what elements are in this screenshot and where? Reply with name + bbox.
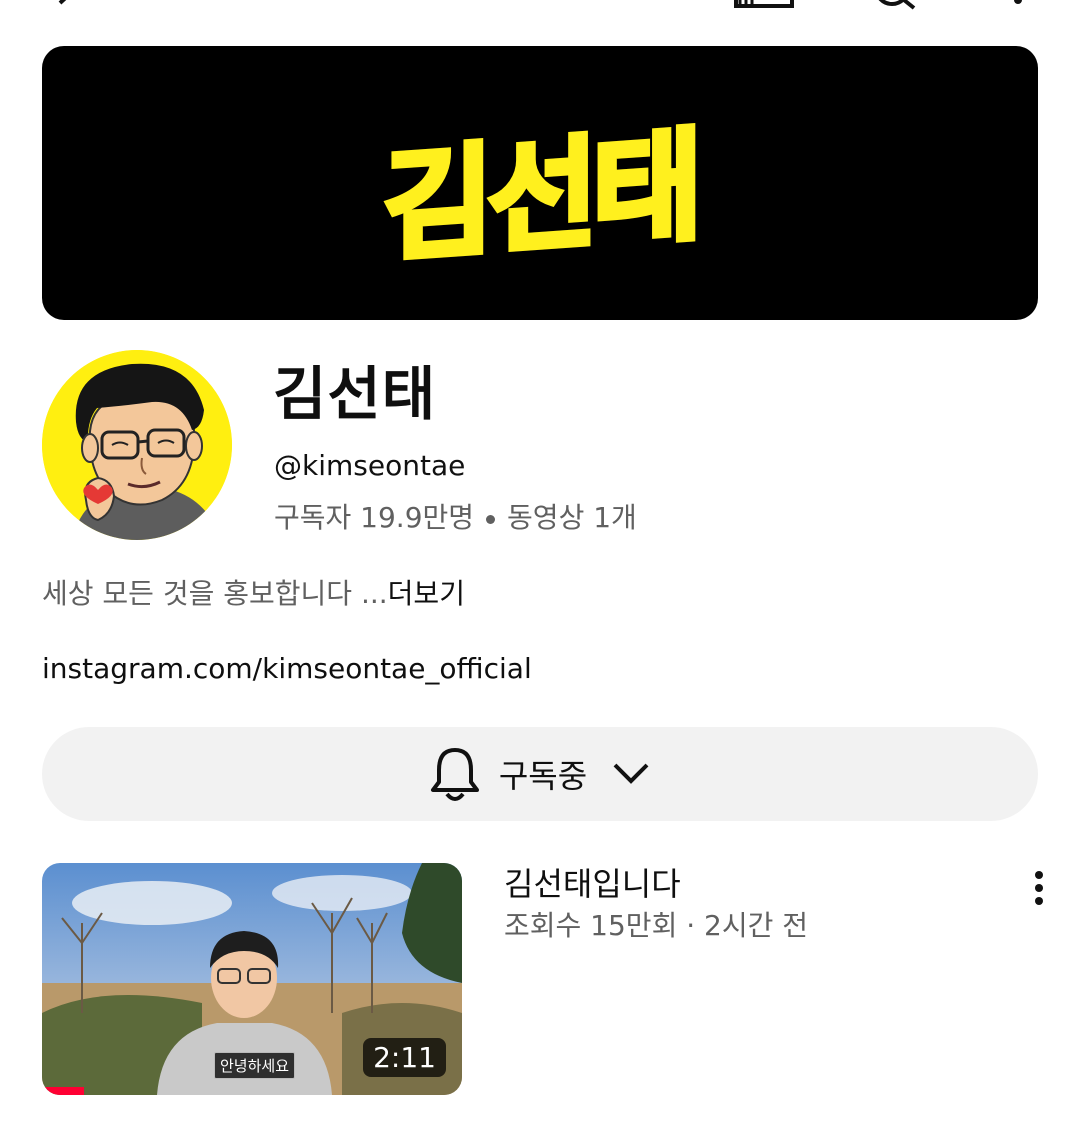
video-menu-icon[interactable] xyxy=(1024,868,1054,908)
video-title[interactable]: 김선태입니다 xyxy=(504,864,681,904)
description-text: 세상 모든 것을 홍보합니다 ... xyxy=(42,577,388,610)
video-count: 동영상 1개 xyxy=(507,501,637,534)
video-thumbnail[interactable]: 안녕하세요 2:11 xyxy=(42,863,462,1095)
video-caption: 안녕하세요 xyxy=(214,1052,296,1079)
subscribed-button[interactable]: 구독중 xyxy=(42,727,1038,821)
channel-avatar[interactable] xyxy=(42,350,232,540)
video-meta: 조회수 15만회 · 2시간 전 xyxy=(504,909,809,942)
channel-handle: @kimseontae xyxy=(274,449,466,482)
top-app-bar xyxy=(0,0,1080,20)
bell-icon xyxy=(430,748,479,801)
channel-banner: 김선태 xyxy=(42,46,1038,320)
cast-icon[interactable] xyxy=(734,0,794,12)
channel-link[interactable]: instagram.com/kimseontae_official xyxy=(42,648,532,690)
separator-dot xyxy=(486,514,496,524)
subscriber-count: 구독자 19.9만명 xyxy=(274,501,475,534)
channel-stats: 구독자 19.9만명 동영상 1개 xyxy=(274,498,637,538)
banner-logo: 김선태 xyxy=(380,113,699,281)
banner-title: 김선태 xyxy=(383,116,696,278)
search-icon[interactable] xyxy=(870,0,920,12)
channel-name: 김선태 xyxy=(273,360,437,428)
chevron-down-icon xyxy=(613,763,649,784)
watch-progress-bar xyxy=(42,1087,84,1095)
subscribed-label: 구독중 xyxy=(498,757,588,795)
more-link[interactable]: 더보기 xyxy=(388,577,465,610)
back-icon[interactable] xyxy=(52,0,82,18)
more-vert-icon[interactable] xyxy=(1010,0,1026,8)
channel-description[interactable]: 세상 모든 것을 홍보합니다 ...더보기 xyxy=(42,574,465,614)
video-duration: 2:11 xyxy=(363,1038,446,1077)
